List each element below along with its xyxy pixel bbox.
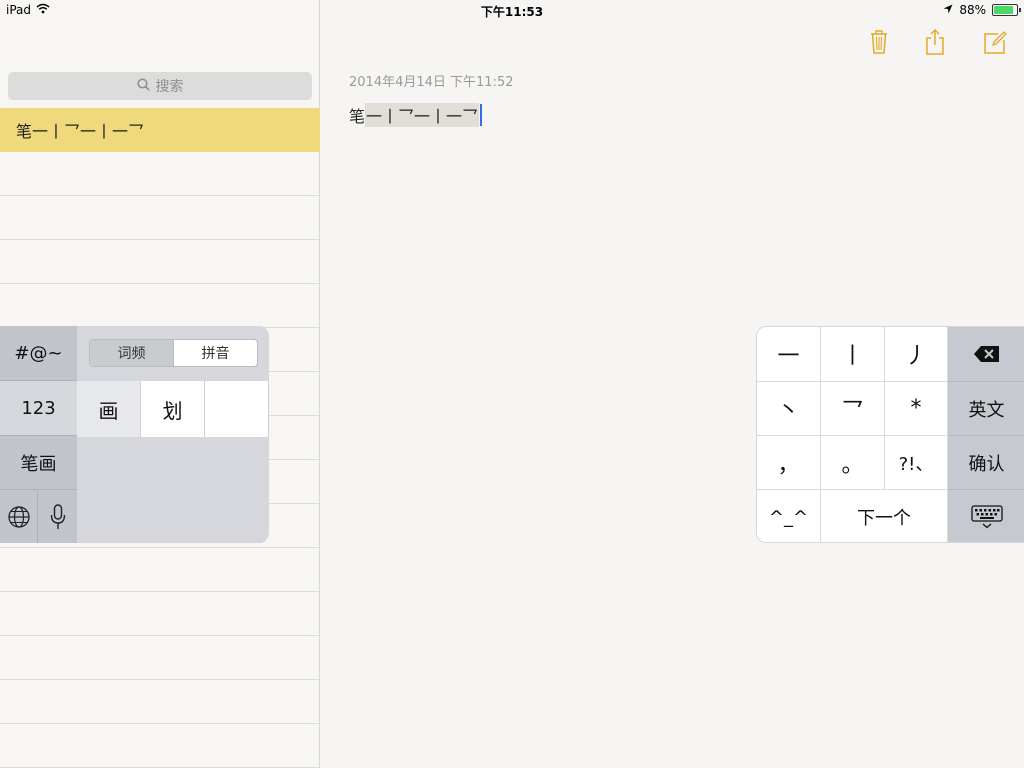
backspace-icon <box>973 346 999 362</box>
candidate-item[interactable] <box>205 381 269 437</box>
stroke-key-left-falling[interactable]: 丿 <box>885 327 948 382</box>
comma-key[interactable]: ， <box>757 436 821 490</box>
candidate-item[interactable]: 画 <box>77 381 141 437</box>
search-icon <box>136 77 150 95</box>
note-marked-text: 一丨乛一丨一乛 <box>365 103 480 127</box>
next-key[interactable]: 下一个 <box>821 490 948 542</box>
status-bar: iPad 下午11:53 88% <box>0 0 1024 22</box>
note-body[interactable]: 笔一丨乛一丨一乛 <box>349 103 483 127</box>
keyboard-right-half: 一 丨 丿 丶 乛 * 英文 ， 。 ?!、 确认 ^_^ 下一个 <box>756 326 1024 543</box>
stroke-key-horizontal[interactable]: 一 <box>757 327 821 382</box>
delete-key[interactable] <box>948 327 1024 382</box>
note-list-item-title: 笔一丨乛一丨一乛 <box>16 122 145 141</box>
share-icon[interactable] <box>922 28 948 56</box>
stroke-key-turning[interactable]: 乛 <box>821 382 885 436</box>
trash-icon[interactable] <box>866 28 892 56</box>
note-date: 2014年4月14日 下午11:52 <box>349 75 514 90</box>
keyboard-left-half: #@~ 123 笔画 词频 拼音 画 划 <box>0 326 269 543</box>
stroke-key-wildcard[interactable]: * <box>885 382 948 436</box>
note-list-item[interactable]: 笔一丨乛一丨一乛 <box>0 108 320 152</box>
punctuation-key[interactable]: ?!、 <box>885 436 948 490</box>
battery-level <box>994 6 1014 14</box>
text-cursor <box>480 104 483 126</box>
segment-frequency[interactable]: 词频 <box>90 340 174 366</box>
compose-icon[interactable] <box>982 28 1008 56</box>
emoticon-key[interactable]: ^_^ <box>757 490 821 542</box>
keyboard-dismiss-key[interactable] <box>948 490 1024 542</box>
keyboard-hide-icon <box>970 505 1003 529</box>
period-key[interactable]: 。 <box>821 436 885 490</box>
candidate-item[interactable]: 划 <box>141 381 205 437</box>
confirm-key[interactable]: 确认 <box>948 436 1024 490</box>
search-bar[interactable]: 搜索 <box>8 72 312 100</box>
status-bar-time: 下午11:53 <box>480 5 544 19</box>
keyboard-left-function-column: #@~ 123 笔画 <box>0 326 77 543</box>
candidate-panel: 词频 拼音 画 划 <box>77 326 269 543</box>
numbers-key[interactable]: 123 <box>0 381 77 436</box>
note-committed-text: 笔 <box>349 107 366 126</box>
microphone-icon[interactable] <box>38 490 77 543</box>
stroke-mode-key[interactable]: 笔画 <box>0 436 77 490</box>
globe-icon[interactable] <box>0 490 38 543</box>
symbols-key[interactable]: #@~ <box>0 326 77 381</box>
stroke-key-vertical[interactable]: 丨 <box>821 327 885 382</box>
battery-icon <box>992 4 1021 16</box>
candidate-sort-segmented-control: 词频 拼音 <box>89 339 258 367</box>
status-bar-right: 88% <box>943 3 1021 17</box>
candidate-row: 画 划 <box>77 381 269 437</box>
search-placeholder: 搜索 <box>155 79 184 95</box>
segment-pinyin[interactable]: 拼音 <box>174 340 257 366</box>
location-arrow-icon <box>943 3 953 17</box>
battery-percentage: 88% <box>959 3 986 17</box>
english-key[interactable]: 英文 <box>948 382 1024 436</box>
stroke-key-dot[interactable]: 丶 <box>757 382 821 436</box>
